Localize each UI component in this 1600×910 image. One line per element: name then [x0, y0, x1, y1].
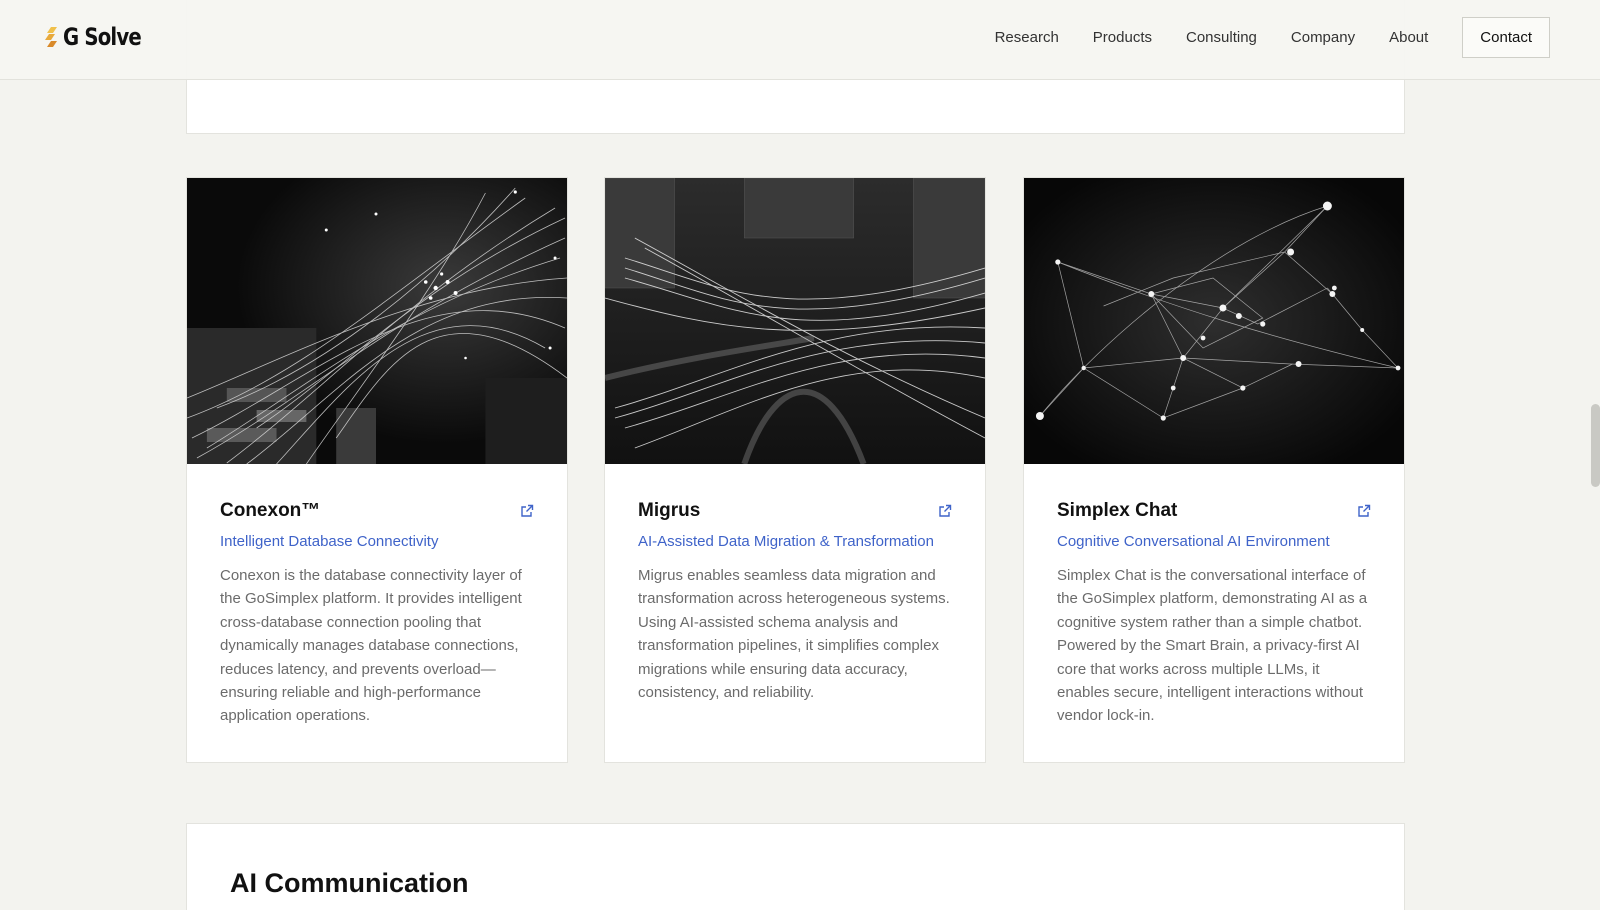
card-title: Simplex Chat — [1057, 500, 1178, 521]
product-card-migrus: Migrus AI-Assisted Data Migration & Tran… — [604, 177, 986, 763]
card-body: Simplex Chat Cognitive Conversational AI… — [1024, 464, 1404, 728]
ai-communication-section: AI Communication — [186, 823, 1405, 910]
product-card-simplex-chat: Simplex Chat Cognitive Conversational AI… — [1023, 177, 1405, 763]
card-subtitle: Cognitive Conversational AI Environment — [1057, 533, 1330, 550]
simplex-chat-image — [1024, 178, 1404, 464]
nav-research[interactable]: Research — [995, 29, 1059, 46]
site-header: G Solve Research Products Consulting Com… — [0, 0, 1600, 80]
nav-about[interactable]: About — [1389, 29, 1428, 46]
scrollbar-thumb[interactable] — [1591, 404, 1600, 487]
external-link-icon[interactable] — [520, 504, 534, 518]
main-nav: Research Products Consulting Company Abo… — [961, 0, 1550, 74]
conexon-image — [187, 178, 567, 464]
nav-company[interactable]: Company — [1291, 29, 1355, 46]
migrus-image — [605, 178, 985, 464]
nav-consulting[interactable]: Consulting — [1186, 29, 1257, 46]
brand-logo[interactable]: G Solve — [45, 22, 158, 52]
brand-name: G Solve — [63, 23, 142, 51]
card-subtitle: AI-Assisted Data Migration & Transformat… — [638, 533, 934, 550]
card-description: Simplex Chat is the conversational inter… — [1057, 567, 1368, 725]
contact-button[interactable]: Contact — [1462, 16, 1550, 58]
product-card-conexon: Conexon™ Intelligent Database Connectivi… — [186, 177, 568, 763]
section-title: AI Communication — [230, 868, 469, 898]
card-subtitle: Intelligent Database Connectivity — [220, 533, 439, 550]
card-body: Migrus AI-Assisted Data Migration & Tran… — [605, 464, 985, 704]
external-link-icon[interactable] — [1357, 504, 1371, 518]
external-link-icon[interactable] — [938, 504, 952, 518]
nav-products[interactable]: Products — [1093, 29, 1152, 46]
logo-mark-icon — [45, 27, 57, 47]
card-body: Conexon™ Intelligent Database Connectivi… — [187, 464, 567, 728]
card-title: Migrus — [638, 500, 701, 521]
card-description: Migrus enables seamless data migration a… — [638, 567, 950, 702]
card-title: Conexon™ — [220, 500, 321, 521]
card-description: Conexon is the database connectivity lay… — [220, 567, 522, 725]
